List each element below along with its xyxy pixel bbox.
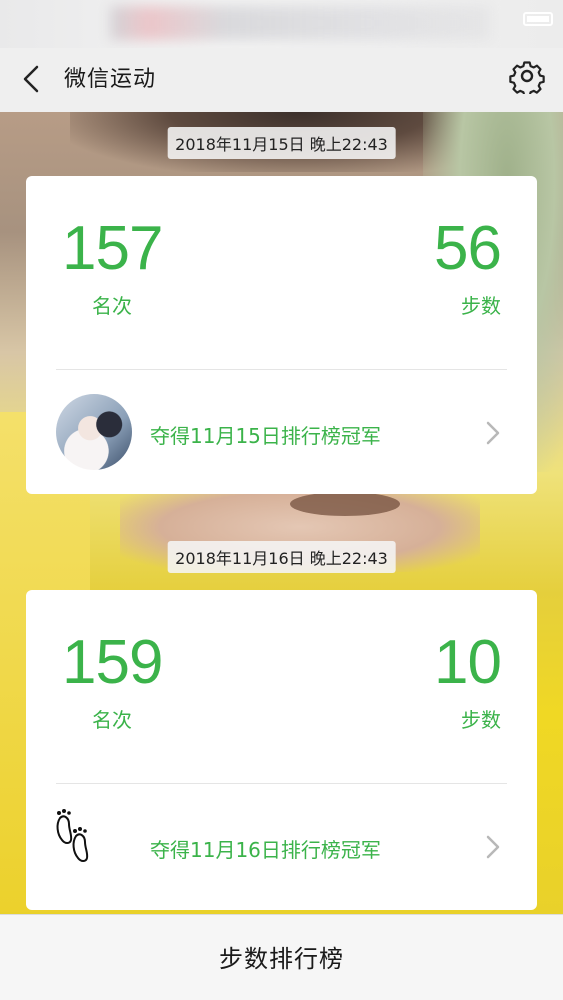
gear-icon[interactable] [509,58,545,94]
page-title: 微信运动 [64,67,157,92]
nav-bar: 微信运动 [0,48,563,112]
divider [56,783,507,784]
champion-avatar[interactable] [56,394,132,470]
champion-link[interactable]: 夺得11月15日排行榜冠军 [150,420,381,449]
divider [56,369,507,370]
timestamp-label: 2018年11月16日 晚上22:43 [167,541,396,573]
battery-icon [523,12,553,26]
rank-value: 159 [62,628,163,697]
back-arrow-icon[interactable] [18,64,48,94]
chevron-right-icon[interactable] [485,420,501,446]
status-bar-blur [110,6,490,40]
rank-value: 157 [62,214,163,283]
timestamp-label: 2018年11月15日 晚上22:43 [167,127,396,159]
steps-label: 步数 [461,708,501,732]
chevron-right-icon[interactable] [485,834,501,860]
ranking-card: 157 56 名次 步数 夺得11月15日排行榜冠军 [26,176,537,494]
steps-label: 步数 [461,294,501,318]
steps-value: 10 [434,628,502,697]
footprint-icon[interactable] [54,808,98,868]
rank-label: 名次 [92,294,132,318]
champion-link[interactable]: 夺得11月16日排行榜冠军 [150,834,381,863]
step-leaderboard-button[interactable]: 步数排行榜 [0,939,563,974]
rank-label: 名次 [92,708,132,732]
bottom-bar[interactable]: 步数排行榜 [0,914,563,1000]
steps-value: 56 [434,214,502,283]
status-bar [0,0,563,48]
ranking-card: 159 10 名次 步数 夺得11月16日排行榜冠军 [26,590,537,910]
